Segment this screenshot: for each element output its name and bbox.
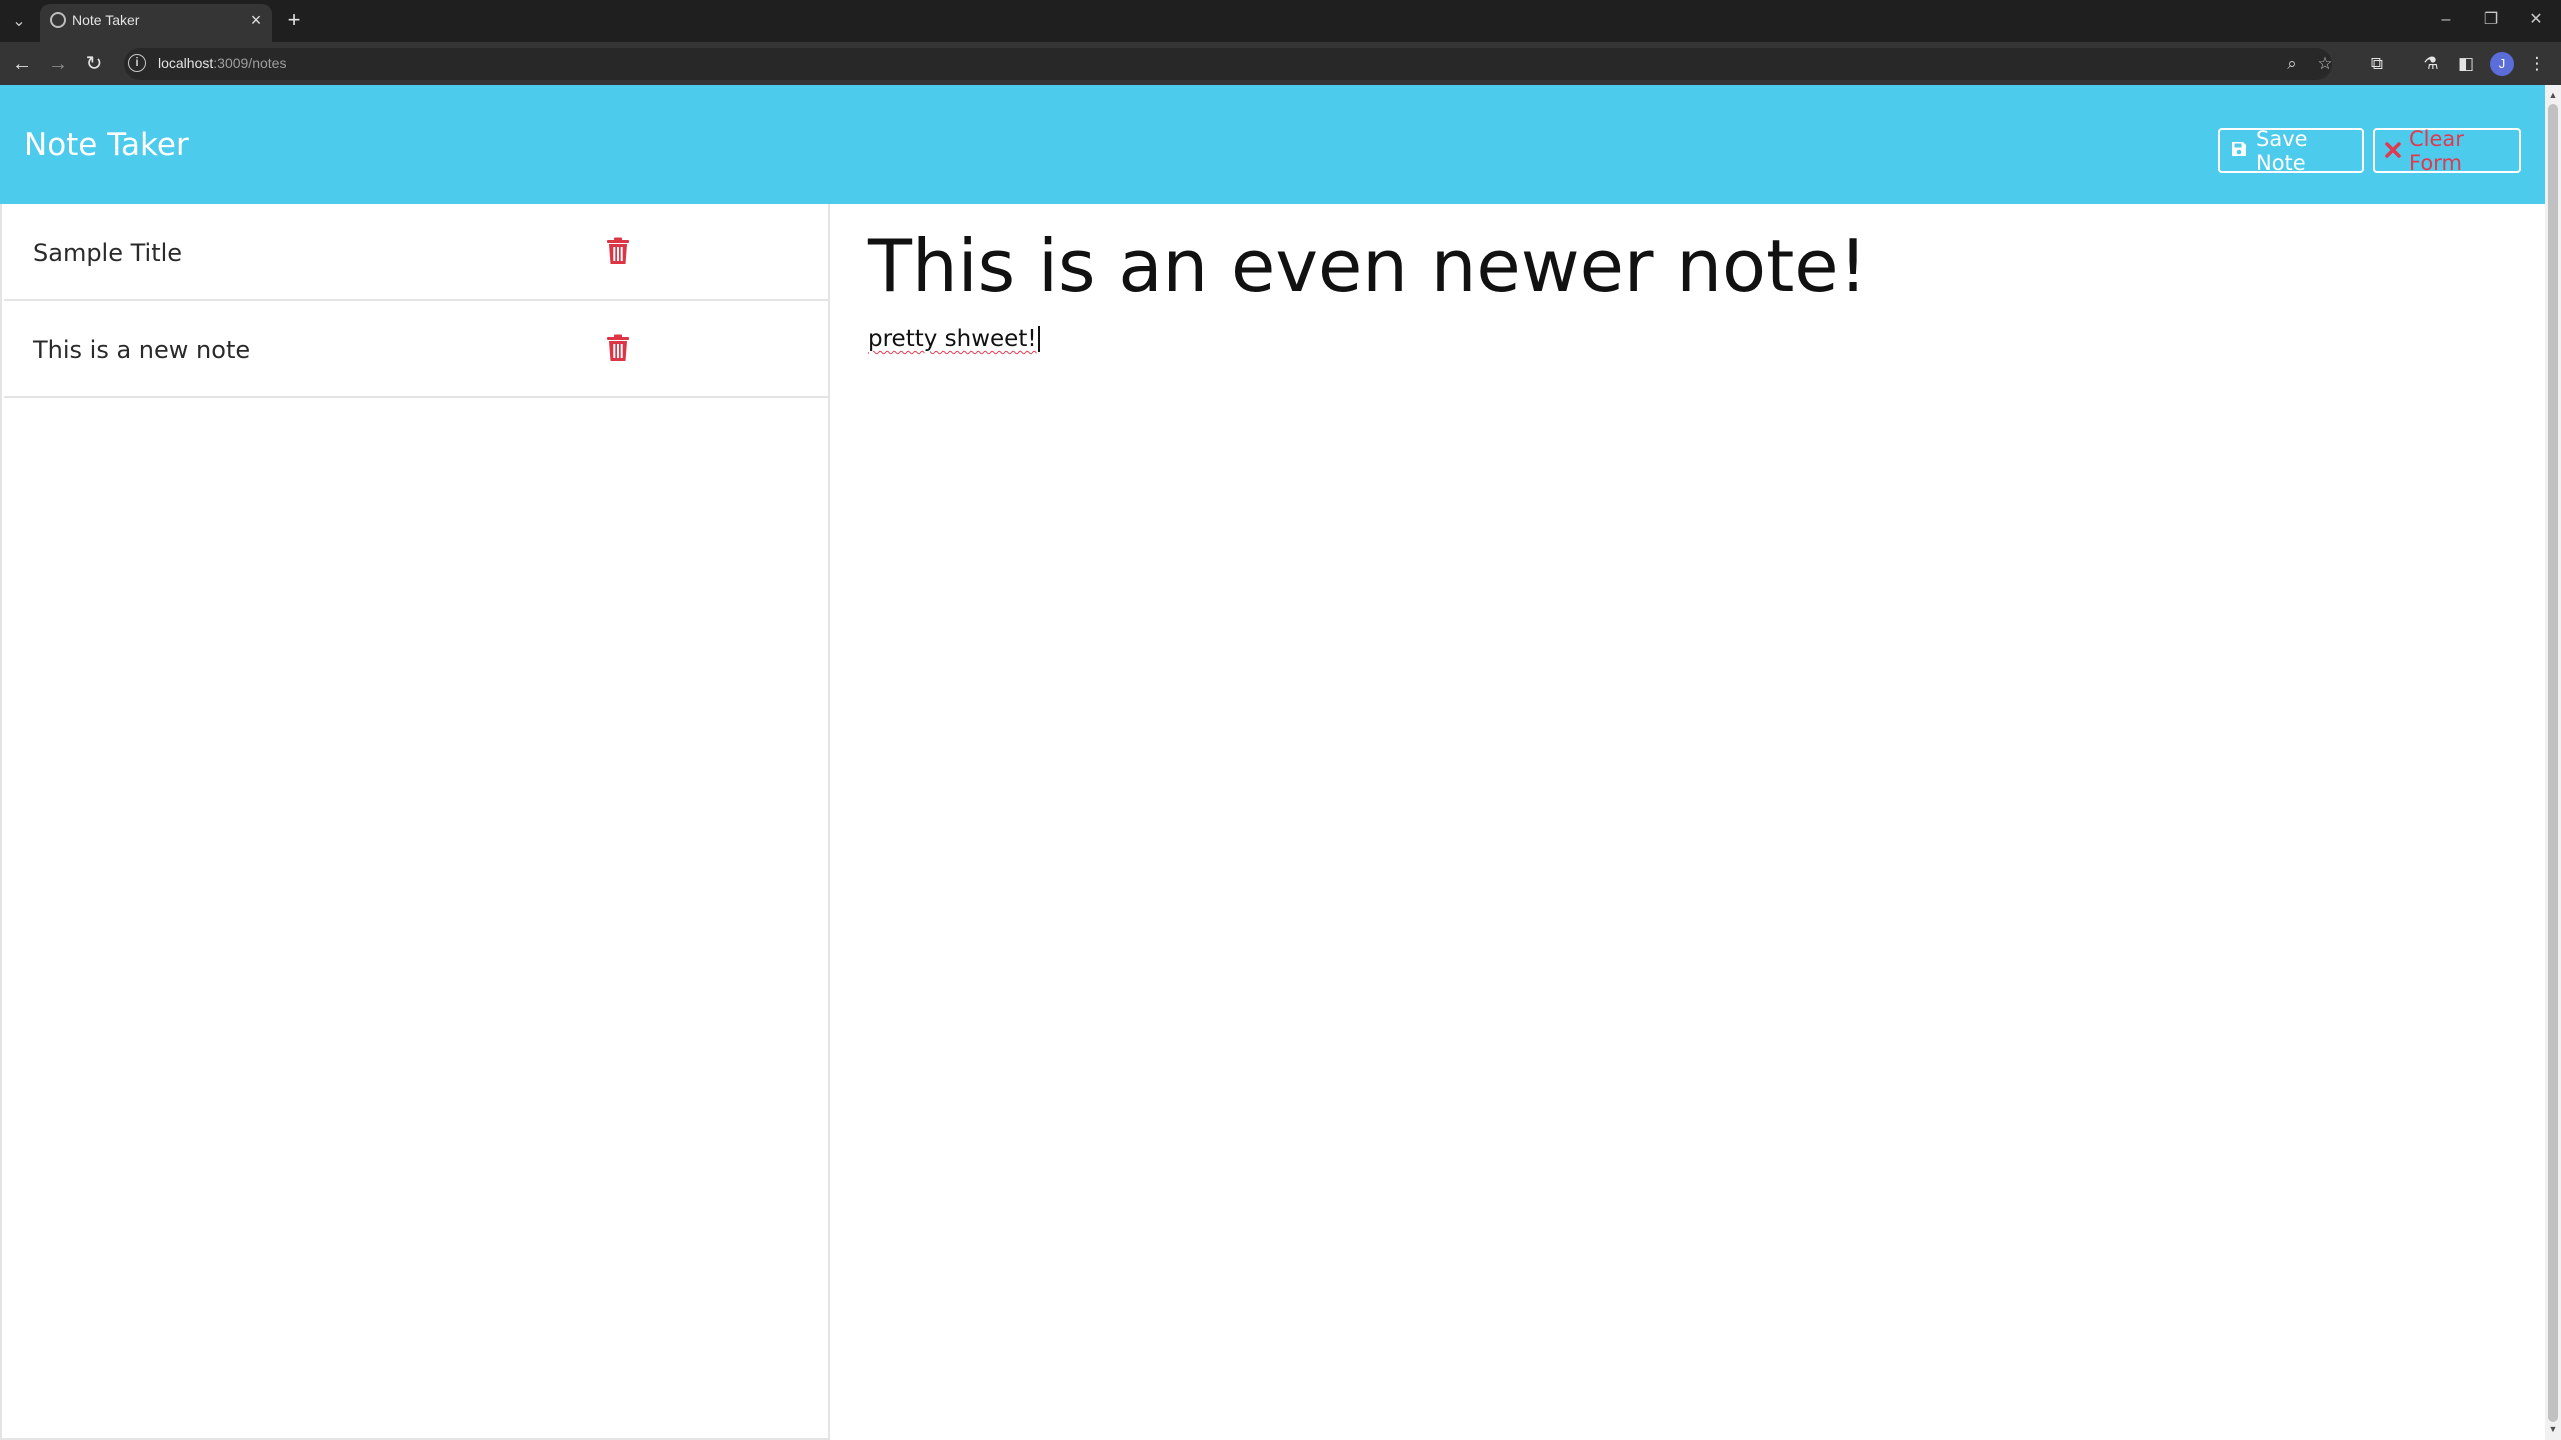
restore-icon[interactable]: ❐: [2477, 8, 2505, 32]
note-editor: This is an even newer note! pretty shwee…: [830, 204, 2545, 1440]
browser-tab-bar: [0, 0, 2561, 42]
profile-avatar[interactable]: J: [2490, 52, 2514, 76]
note-list-item-title[interactable]: This is a new note: [33, 336, 250, 364]
clear-form-button[interactable]: Clear Form: [2373, 126, 2521, 175]
trash-icon[interactable]: [606, 237, 630, 265]
scroll-up-icon[interactable]: ▲: [2548, 90, 2558, 100]
globe-icon: [50, 12, 66, 28]
back-icon[interactable]: ←: [8, 50, 36, 78]
note-list-item[interactable]: This is a new note: [4, 301, 830, 398]
note-list-item[interactable]: Sample Title: [4, 204, 830, 301]
note-list-item-title[interactable]: Sample Title: [33, 239, 182, 267]
scroll-thumb[interactable]: [2548, 104, 2558, 1422]
navbar: Note Taker Save Note Clear Form: [0, 85, 2545, 204]
save-note-label: Save Note: [2256, 126, 2308, 175]
extensions-icon[interactable]: ⧉: [2363, 50, 2391, 78]
tab-close-icon[interactable]: ×: [246, 10, 266, 30]
clear-form-label: Clear Form: [2409, 126, 2464, 175]
new-tab-icon[interactable]: +: [282, 8, 306, 32]
tab-search-chevron-icon[interactable]: ⌄: [8, 10, 30, 32]
url-host: localhost: [158, 55, 214, 71]
note-list: Sample Title This is a new note: [0, 204, 830, 1440]
side-panel-icon[interactable]: ◧: [2452, 50, 2480, 78]
labs-icon[interactable]: ⚗: [2417, 50, 2445, 78]
note-text-area[interactable]: pretty shweet!: [868, 326, 1040, 352]
window-close-icon[interactable]: ✕: [2522, 8, 2550, 32]
text-caret: [1037, 326, 1040, 352]
site-info-icon[interactable]: i: [128, 54, 146, 72]
save-icon: [2230, 139, 2248, 163]
trash-icon[interactable]: [606, 334, 630, 362]
save-note-button[interactable]: Save Note: [2218, 126, 2364, 175]
close-icon: [2385, 139, 2401, 163]
minimize-icon[interactable]: –: [2432, 8, 2460, 32]
reload-icon[interactable]: ↻: [80, 50, 108, 78]
zoom-icon[interactable]: ⌕: [2280, 52, 2304, 76]
page: Note Taker Save Note Clear Form Sample T…: [0, 85, 2545, 1440]
scroll-down-icon[interactable]: ▼: [2548, 1424, 2558, 1434]
address-bar[interactable]: [124, 48, 2332, 80]
menu-icon[interactable]: ⋮: [2523, 50, 2551, 78]
brand-title[interactable]: Note Taker: [24, 127, 189, 163]
bookmark-star-icon[interactable]: ☆: [2313, 52, 2337, 76]
note-text: pretty shweet!: [868, 326, 1037, 352]
note-title-input[interactable]: This is an even newer note!: [868, 224, 1867, 308]
url-text[interactable]: localhost:3009/notes: [158, 55, 286, 71]
url-path: :3009/notes: [213, 55, 287, 71]
forward-icon[interactable]: →: [44, 50, 72, 78]
tab-title: Note Taker: [72, 12, 140, 28]
